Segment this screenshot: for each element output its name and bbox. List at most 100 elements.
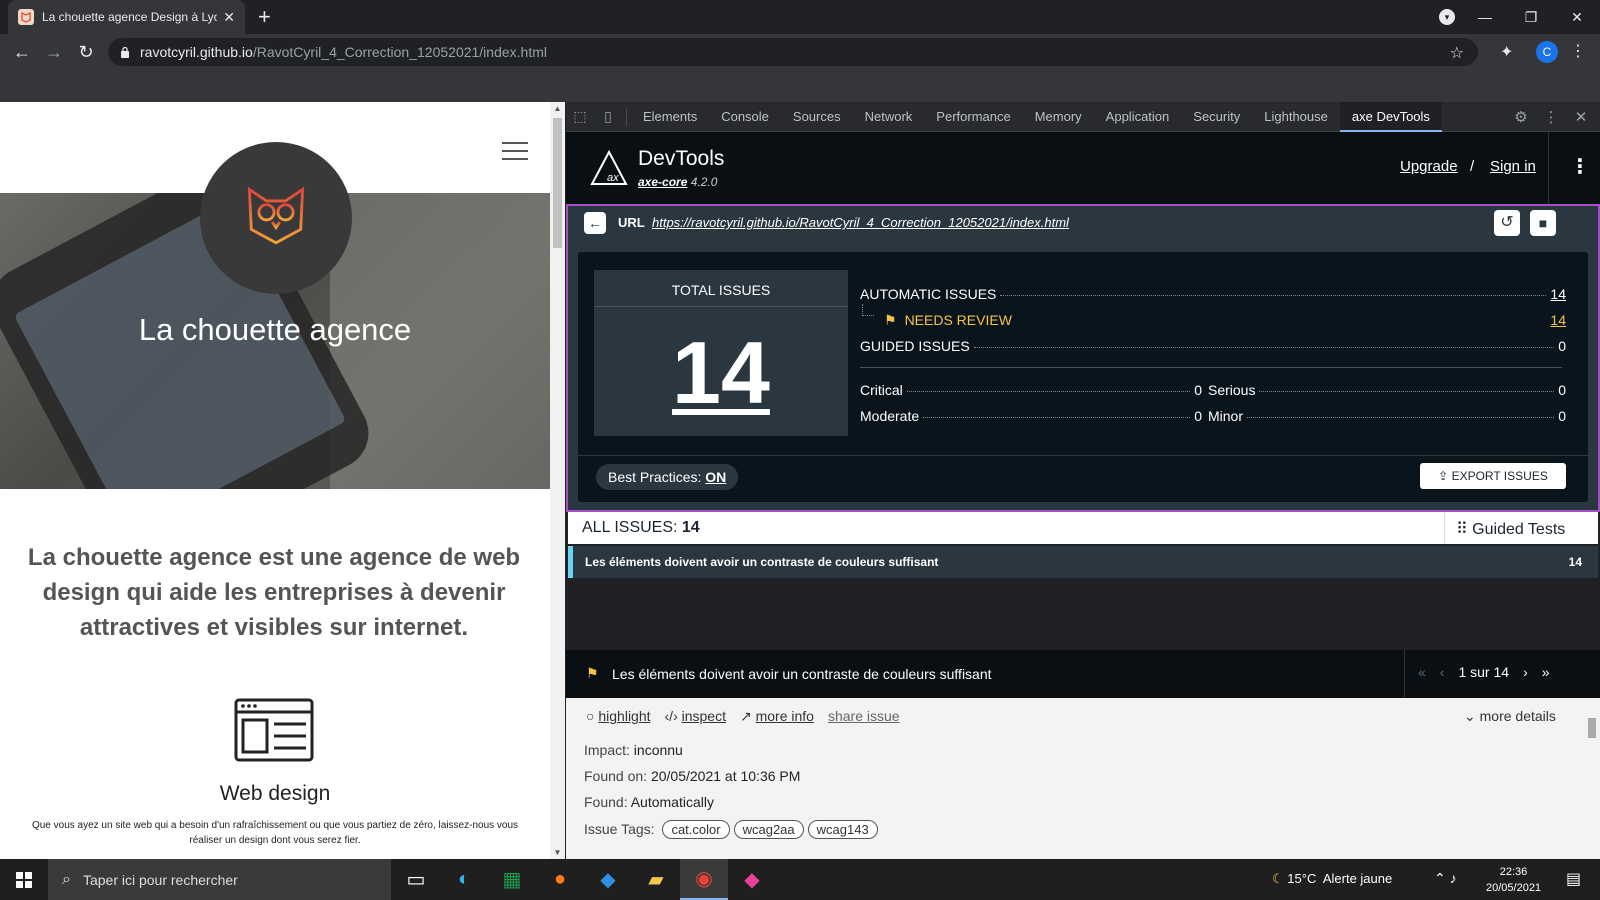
issue-list-item[interactable]: Les éléments doivent avoir un contraste …	[568, 546, 1598, 578]
best-practices-toggle[interactable]: Best Practices: ON	[596, 464, 739, 490]
firefox-icon[interactable]: ●	[536, 859, 584, 900]
issues-summary: TOTAL ISSUES 14 AUTOMATIC ISSUES 14 ⚑ NEED…	[578, 252, 1588, 502]
detail-scrollbar[interactable]	[1584, 698, 1600, 859]
browser-tab[interactable]: La chouette agence Design à Lyon ✕	[8, 0, 245, 34]
automatic-issues-label: AUTOMATIC ISSUES	[860, 286, 997, 302]
more-info-link[interactable]: ↗ more info	[740, 708, 814, 725]
system-tray[interactable]: ⌃ ♪	[1434, 870, 1457, 887]
settings-gear-icon[interactable]: ⚙	[1506, 108, 1536, 126]
tab-performance[interactable]: Performance	[924, 102, 1022, 132]
highlight-icon: ○	[586, 708, 595, 724]
extensions-icon[interactable]: ✦	[1500, 42, 1513, 62]
restore-icon[interactable]: ❐	[1508, 9, 1554, 26]
address-bar[interactable]: ravotcyril.github.io /RavotCyril_4_Corre…	[108, 38, 1478, 66]
next-page-icon[interactable]: ›	[1523, 664, 1528, 680]
upgrade-link[interactable]: Upgrade	[1400, 158, 1458, 175]
best-practices-label: Best Practices:	[608, 469, 702, 485]
scanned-url-link[interactable]: https://ravotcyril.github.io/RavotCyril_…	[652, 215, 1069, 230]
minor-row: Minor 0	[1208, 408, 1566, 424]
highlight-button[interactable]: ○ highlight	[586, 708, 651, 725]
back-arrow-icon[interactable]: ←	[584, 212, 606, 234]
new-tab-button[interactable]: +	[258, 4, 271, 30]
device-toolbar-icon[interactable]: ▯	[594, 108, 622, 125]
taskbar-search[interactable]: ⌕ Taper ici pour rechercher	[48, 859, 391, 900]
total-issues-count[interactable]: 14	[594, 322, 848, 424]
issue-tag: wcag2aa	[733, 820, 804, 839]
hamburger-menu-icon[interactable]	[502, 142, 528, 166]
tab-lighthouse[interactable]: Lighthouse	[1252, 102, 1340, 132]
axe-menu-icon[interactable]: ⋮	[1570, 154, 1590, 179]
critical-label: Critical	[860, 382, 903, 398]
more-details-toggle[interactable]: ⌄ more details	[1464, 708, 1556, 725]
issue-list-empty-area	[566, 578, 1600, 648]
issue-tag: cat.color	[662, 820, 730, 839]
axe-core-link[interactable]: axe-core	[638, 175, 687, 189]
inspect-element-icon[interactable]: ⬚	[566, 108, 594, 125]
tab-sources[interactable]: Sources	[781, 102, 853, 132]
page-scrollbar[interactable]: ▲ ▼	[550, 102, 565, 859]
automatic-issues-count[interactable]: 14	[1550, 286, 1566, 302]
prev-page-icon[interactable]: ‹	[1440, 664, 1445, 680]
tab-network[interactable]: Network	[853, 102, 925, 132]
close-window-icon[interactable]: ✕	[1554, 9, 1600, 26]
notification-icon[interactable]: ▤	[1566, 869, 1581, 889]
bookmark-star-icon[interactable]: ☆	[1450, 43, 1464, 63]
weather-widget[interactable]: ☾ 15°C Alerte jaune	[1272, 871, 1392, 887]
save-icon[interactable]: ■	[1530, 210, 1556, 236]
clock[interactable]: 22:36 20/05/2021	[1486, 864, 1541, 896]
first-page-icon[interactable]: «	[1418, 664, 1426, 680]
tab-title: La chouette agence Design à Lyon	[42, 10, 218, 24]
devtools-menu-icon[interactable]: ⋮	[1536, 108, 1566, 126]
issue-detail-header: ⚑ Les éléments doivent avoir un contrast…	[566, 650, 1600, 698]
speaker-icon[interactable]: ♪	[1450, 870, 1457, 886]
serious-row: Serious 0	[1208, 382, 1566, 398]
export-issues-label: EXPORT ISSUES	[1451, 469, 1548, 483]
inspect-button[interactable]: ‹/› inspect	[665, 708, 726, 725]
sign-in-link[interactable]: Sign in	[1490, 158, 1536, 175]
profile-avatar[interactable]: C	[1536, 41, 1558, 63]
task-view-icon[interactable]: ▭	[392, 859, 440, 900]
all-issues-heading: ALL ISSUES: 14	[582, 519, 700, 537]
tab-elements[interactable]: Elements	[631, 102, 709, 132]
web-page-viewport[interactable]: La chouette agence La chouette agence es…	[0, 102, 550, 859]
tab-axe-devtools[interactable]: axe DevTools	[1339, 101, 1442, 132]
share-issue-link[interactable]: share issue	[828, 708, 900, 725]
needs-review-row: ⚑ NEEDS REVIEW 14	[884, 312, 1566, 329]
reload-icon[interactable]: ↻	[74, 41, 98, 65]
back-icon[interactable]: ←	[10, 41, 34, 65]
chrome-icon[interactable]: ◉	[680, 859, 728, 900]
scanned-url-bar: ← URL https://ravotcyril.github.io/Ravot…	[568, 206, 1598, 240]
critical-row: Critical 0	[860, 382, 1202, 398]
app-drop-icon[interactable]: ◆	[728, 859, 776, 900]
intro-text: La chouette agence est une agence de web…	[27, 544, 521, 641]
windows-start-icon[interactable]	[0, 859, 48, 900]
tab-search-icon[interactable]: ▾	[1439, 9, 1455, 25]
last-page-icon[interactable]: »	[1542, 664, 1550, 680]
tab-security[interactable]: Security	[1181, 102, 1252, 132]
moderate-label: Moderate	[860, 408, 920, 424]
temperature: 15°C	[1287, 871, 1317, 886]
chevron-down-icon: ⌄	[1464, 708, 1476, 724]
vscode-icon[interactable]: ◆	[584, 859, 632, 900]
tab-application[interactable]: Application	[1094, 102, 1182, 132]
needs-review-count[interactable]: 14	[1550, 312, 1566, 328]
close-devtools-icon[interactable]: ✕	[1566, 108, 1596, 126]
chevron-up-icon[interactable]: ⌃	[1434, 870, 1446, 886]
minimize-icon[interactable]: —	[1462, 9, 1508, 25]
forward-icon[interactable]: →	[42, 41, 66, 65]
edge-icon[interactable]: ◐	[440, 859, 488, 900]
service-text: Que vous ayez un site web qui a besoin d…	[31, 820, 519, 846]
moon-icon: ☾	[1272, 871, 1284, 886]
svg-text:ax: ax	[607, 172, 619, 184]
close-tab-icon[interactable]: ✕	[223, 9, 235, 26]
file-explorer-icon[interactable]: ▰	[632, 859, 680, 900]
guided-issues-row: GUIDED ISSUES 0	[860, 338, 1566, 354]
export-issues-button[interactable]: ⇪ EXPORT ISSUES	[1420, 463, 1566, 489]
browser-menu-icon[interactable]: ⋮	[1570, 41, 1586, 61]
sheets-icon[interactable]: ▦	[488, 859, 536, 900]
tab-console[interactable]: Console	[709, 102, 781, 132]
guided-issues-count: 0	[1558, 338, 1566, 354]
tab-memory[interactable]: Memory	[1023, 102, 1094, 132]
rescan-icon[interactable]: ↺	[1494, 210, 1520, 236]
guided-tests-button[interactable]: ⠿ Guided Tests	[1456, 519, 1565, 539]
